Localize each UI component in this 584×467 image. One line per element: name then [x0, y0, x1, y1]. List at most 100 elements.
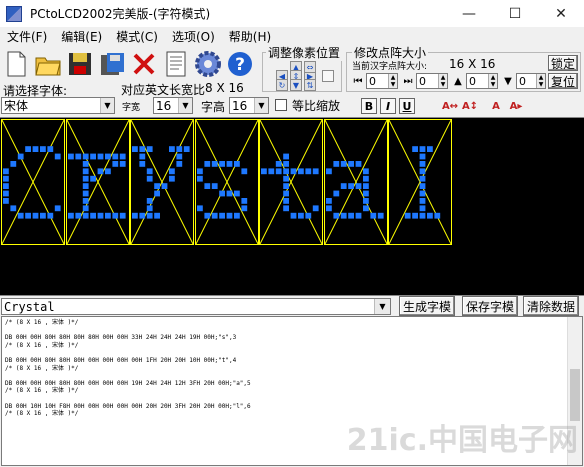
new-file-icon: [7, 51, 25, 77]
menu-options[interactable]: 选项(O): [165, 28, 222, 45]
char-cell[interactable]: [194, 119, 259, 245]
flip-button[interactable]: ⇔: [304, 61, 316, 73]
save-as-button[interactable]: [96, 47, 127, 81]
char-width-select[interactable]: 16 ▼: [153, 97, 193, 114]
pixel-dot: [82, 190, 89, 197]
pixel-dot: [312, 205, 319, 212]
rotate-button[interactable]: ↻: [276, 79, 288, 91]
output-textarea[interactable]: /* (8 X 16 , 宋体 )*/ DB 00H 00H 80H 80H 8…: [1, 316, 583, 466]
width-right-spin[interactable]: 0 ▲ ▼: [416, 73, 448, 89]
close-button[interactable]: ✕: [538, 0, 584, 27]
pixel-dot: [369, 212, 376, 219]
pixel-dot: [283, 153, 289, 160]
generate-button[interactable]: 生成字模: [399, 296, 455, 316]
help-button[interactable]: ?: [224, 47, 255, 81]
save-button[interactable]: [64, 47, 95, 81]
pixel-dot: [82, 168, 89, 175]
char-cell[interactable]: [65, 119, 130, 245]
pixel-dot: [218, 190, 225, 197]
pixel-dot: [203, 183, 210, 189]
pixel-dot: [82, 153, 89, 160]
height-bottom-spin[interactable]: 0 ▲ ▼: [516, 73, 546, 89]
invert-button[interactable]: [322, 70, 334, 82]
pixel-dot: [169, 146, 175, 152]
pixel-dot: [283, 190, 289, 197]
pixel-dot: [283, 205, 289, 212]
pixel-dot: [419, 198, 426, 204]
menu-edit[interactable]: 编辑(E): [54, 28, 109, 45]
title-bar[interactable]: PCtoLCD2002完美版-(字符模式) — ☐ ✕: [0, 0, 584, 27]
pixel-dot: [25, 212, 31, 219]
reset-button[interactable]: 复位: [548, 73, 578, 89]
char-spacing-alt-icon[interactable]: A↕: [462, 98, 478, 114]
pixel-dot: [25, 146, 31, 152]
pixel-dot: [89, 153, 96, 160]
char-cell[interactable]: [259, 119, 323, 245]
output-line: DB 00H 00H 80H 80H 80H 80H 00H 00H 33H 2…: [5, 334, 237, 342]
bold-button[interactable]: B: [361, 98, 377, 114]
pixel-dot: [104, 212, 111, 219]
char-cell[interactable]: [130, 119, 194, 245]
char-cell[interactable]: [388, 119, 452, 245]
output-line: /* (8 X 16 , 宋体 )*/: [5, 319, 79, 326]
proportional-label: 等比缩放: [292, 99, 341, 113]
maximize-button[interactable]: ☐: [492, 0, 538, 27]
pixel-dot: [154, 183, 160, 189]
underline-button[interactable]: U: [399, 98, 415, 114]
pixel-dot: [3, 168, 9, 175]
char-cell[interactable]: [323, 119, 388, 245]
pixel-dot: [312, 168, 319, 175]
char-spacing-icon[interactable]: A↔: [442, 98, 458, 114]
italic-button[interactable]: I: [380, 98, 396, 114]
minimize-button[interactable]: —: [446, 0, 492, 27]
settings-button[interactable]: [192, 47, 223, 81]
delete-button[interactable]: [128, 47, 159, 81]
pixel-dot: [427, 212, 433, 219]
open-button[interactable]: [32, 47, 63, 81]
pixel-dot: [119, 153, 126, 160]
pixel-dot: [196, 205, 203, 212]
height-top-spin[interactable]: 0 ▲ ▼: [466, 73, 498, 89]
pixel-dot: [47, 146, 54, 152]
menu-mode[interactable]: 模式(C): [109, 28, 165, 45]
menu-file[interactable]: 文件(F): [0, 28, 54, 45]
pixel-dot: [196, 168, 203, 175]
proportional-checkbox[interactable]: [275, 99, 287, 111]
shift-down-button[interactable]: ▼: [290, 79, 302, 91]
width-shrink-icon[interactable]: ⏮: [350, 73, 366, 89]
new-button[interactable]: [0, 47, 31, 81]
pixel-dot: [233, 190, 240, 197]
pixel-dot: [419, 168, 426, 175]
height-shrink-icon[interactable]: ▲: [450, 73, 466, 89]
pixel-dot: [362, 190, 369, 197]
menu-help[interactable]: 帮助(H): [222, 28, 278, 45]
pixel-dot: [132, 212, 138, 219]
lock-button[interactable]: 锁定: [548, 55, 578, 71]
scroll-thumb[interactable]: [570, 369, 580, 421]
pixel-dot: [290, 212, 297, 219]
pixel-canvas[interactable]: [0, 117, 584, 295]
char-height-select[interactable]: 16 ▼: [229, 97, 269, 114]
font-select[interactable]: 宋体 ▼: [1, 97, 115, 114]
document-button[interactable]: [160, 47, 191, 81]
width-left-spin[interactable]: 0 ▲ ▼: [366, 73, 398, 89]
width-expand-icon[interactable]: ⏭: [400, 73, 416, 89]
text-input-dropdown-icon[interactable]: ▼: [374, 299, 390, 314]
pixel-dot: [17, 212, 24, 219]
chevron-down-icon: ▼: [254, 98, 268, 113]
text-color-icon[interactable]: A: [488, 98, 504, 114]
pixel-dot: [82, 161, 89, 167]
pixel-dot: [275, 168, 282, 175]
save-data-button[interactable]: 保存字模: [462, 296, 518, 316]
height-expand-icon[interactable]: ▼: [500, 73, 516, 89]
fill-color-icon[interactable]: A▸: [508, 98, 524, 114]
clear-button[interactable]: 清除数据: [523, 296, 579, 316]
pixel-dot: [82, 198, 89, 204]
text-input[interactable]: Crystal: [1, 298, 391, 315]
pixel-dot: [419, 153, 426, 160]
pixel-dot: [362, 183, 369, 189]
mirror-button[interactable]: ⇅: [304, 79, 316, 91]
window-title: PCtoLCD2002完美版-(字符模式): [30, 7, 211, 21]
char-cell[interactable]: [1, 119, 65, 245]
